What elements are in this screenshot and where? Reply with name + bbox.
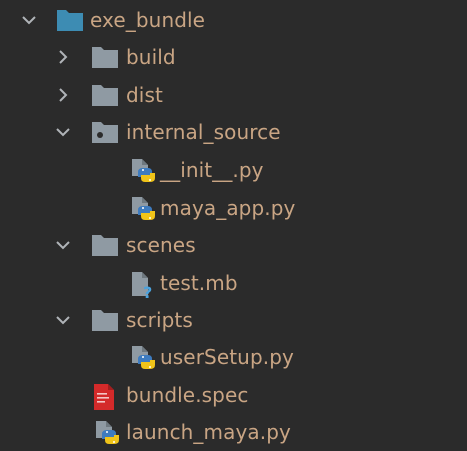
- chevron-right-icon[interactable]: [52, 46, 74, 68]
- tree-node-init-py[interactable]: __init__.py: [0, 152, 467, 189]
- folder-icon: [91, 308, 119, 334]
- spec-file-icon: [92, 383, 120, 410]
- tree-node-label: scripts: [126, 308, 193, 332]
- tree-node-label: test.mb: [160, 271, 238, 295]
- tree-node-label: bundle.spec: [126, 383, 249, 407]
- tree-node-scripts[interactable]: scripts: [0, 302, 467, 339]
- tree-node-label: exe_bundle: [90, 8, 206, 32]
- tree-node-label: launch_maya.py: [126, 420, 291, 444]
- chevron-right-icon[interactable]: [52, 84, 74, 106]
- unknown-file-icon: ?: [129, 271, 157, 299]
- folder-icon: [91, 45, 119, 71]
- tree-node-exe-bundle[interactable]: exe_bundle: [0, 2, 467, 39]
- folder-icon: [91, 83, 119, 109]
- project-tree: exe_bundle build dist internal_source __…: [0, 0, 467, 450]
- tree-node-label: maya_app.py: [160, 196, 296, 220]
- python-file-icon: [129, 196, 157, 222]
- tree-node-bundle-spec[interactable]: bundle.spec: [0, 377, 467, 414]
- tree-node-label: internal_source: [126, 120, 281, 144]
- tree-node-usersetup-py[interactable]: userSetup.py: [0, 339, 467, 376]
- tree-node-launch-maya-py[interactable]: launch_maya.py: [0, 414, 467, 451]
- folder-icon: [56, 8, 84, 34]
- tree-node-maya-app-py[interactable]: maya_app.py: [0, 190, 467, 227]
- svg-text:?: ?: [143, 283, 152, 299]
- tree-node-internal-source[interactable]: internal_source: [0, 114, 467, 151]
- python-file-icon: [129, 345, 157, 371]
- tree-node-label: dist: [126, 83, 163, 107]
- tree-node-test-mb[interactable]: ? test.mb: [0, 265, 467, 302]
- tree-node-label: scenes: [126, 233, 196, 257]
- chevron-down-icon[interactable]: [52, 309, 74, 331]
- tree-node-build[interactable]: build: [0, 39, 467, 76]
- chevron-down-icon[interactable]: [52, 121, 74, 143]
- tree-node-scenes[interactable]: scenes: [0, 227, 467, 264]
- python-file-icon: [129, 158, 157, 184]
- chevron-down-icon[interactable]: [18, 9, 40, 31]
- tree-node-label: __init__.py: [160, 158, 264, 182]
- tree-node-label: build: [126, 45, 176, 69]
- python-file-icon: [93, 420, 121, 446]
- tree-node-dist[interactable]: dist: [0, 77, 467, 114]
- tree-node-label: userSetup.py: [160, 345, 294, 369]
- chevron-down-icon[interactable]: [52, 234, 74, 256]
- package-folder-icon: [91, 120, 119, 146]
- folder-icon: [91, 233, 119, 259]
